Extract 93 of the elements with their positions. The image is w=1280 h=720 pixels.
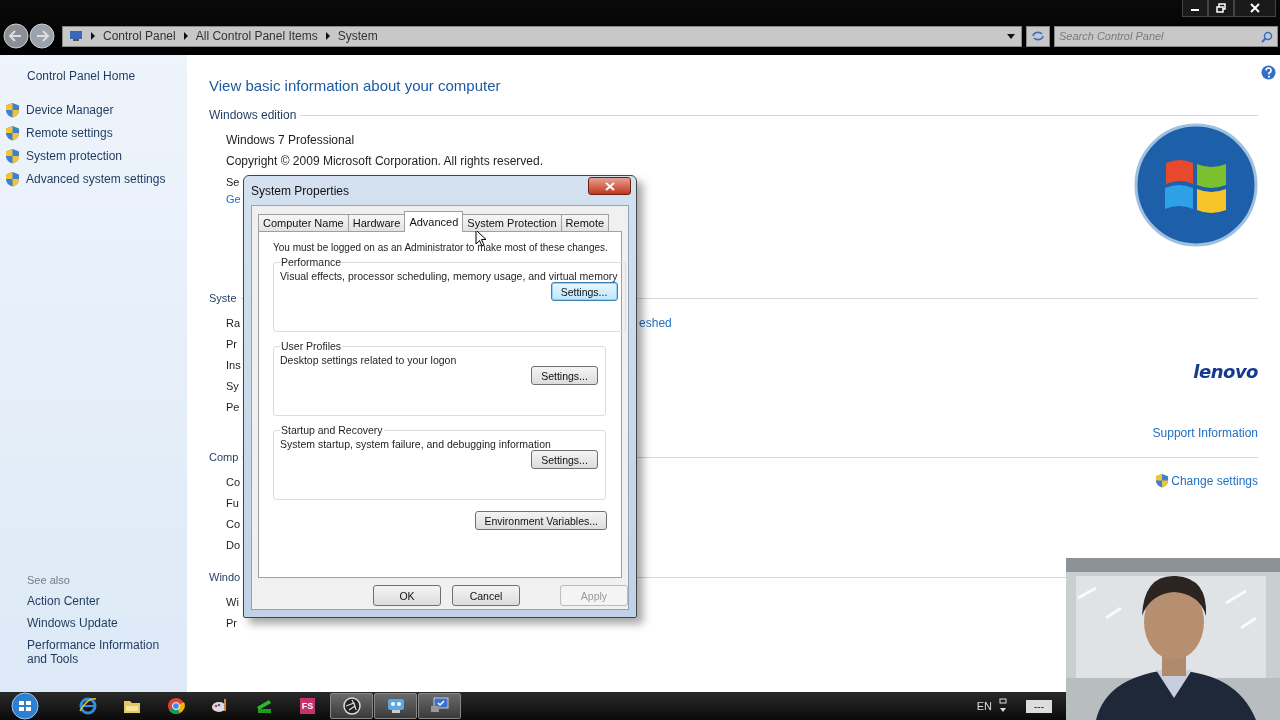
- section-heading: Windows edition: [209, 108, 297, 122]
- close-button[interactable]: [1234, 0, 1276, 17]
- shield-icon: [5, 125, 20, 141]
- search-field[interactable]: Search Control Panel: [1054, 25, 1278, 47]
- dialog-button[interactable]: OK: [373, 585, 441, 606]
- link[interactable]: Support Information: [1152, 426, 1258, 440]
- shield-icon: [5, 171, 20, 187]
- chevron-icon: [90, 32, 96, 40]
- robot-icon: [385, 697, 406, 715]
- sidebar-link[interactable]: Control Panel Home: [27, 69, 187, 83]
- group-description: System startup, system failure, and debugging information: [280, 438, 552, 450]
- group-title: User Profiles: [280, 340, 343, 352]
- taskbar-button[interactable]: FS: [286, 693, 329, 719]
- group-title: Performance: [280, 256, 343, 268]
- sidebar-link[interactable]: Device Manager: [26, 103, 114, 117]
- breadcrumb-item[interactable]: Control Panel: [103, 29, 176, 43]
- tab[interactable]: System Protection: [462, 214, 562, 231]
- help-icon[interactable]: [1261, 65, 1276, 80]
- tab[interactable]: Hardware: [347, 214, 406, 231]
- sidebar-link[interactable]: Performance Information and Tools: [27, 638, 177, 666]
- close-button[interactable]: [588, 177, 631, 195]
- environment-variables-button[interactable]: Environment Variables...: [475, 511, 607, 530]
- brand-logo: lenovo: [1193, 361, 1258, 382]
- info-text: Windows 7 Professional: [226, 132, 355, 147]
- info-text: Wi: [226, 595, 239, 608]
- tab[interactable]: Remote: [560, 214, 610, 231]
- info-text: Ra: [226, 316, 241, 329]
- info-text: Ins: [226, 358, 241, 371]
- info-text: Pe: [226, 400, 240, 413]
- computer-icon: [69, 30, 83, 42]
- battery-indicator[interactable]: ---: [1026, 699, 1052, 713]
- shield-icon: [5, 102, 20, 118]
- sidebar-link[interactable]: Windows Update: [27, 616, 177, 630]
- group-title: Startup and Recovery: [280, 424, 384, 436]
- shield-icon: [1155, 473, 1170, 488]
- info-text: Do: [226, 538, 241, 551]
- restore-button[interactable]: [1208, 0, 1234, 17]
- refresh-button[interactable]: [1026, 25, 1050, 47]
- breadcrumb-item[interactable]: System: [337, 29, 378, 43]
- aperture-icon: [342, 697, 361, 715]
- taskbar-button[interactable]: [330, 693, 373, 719]
- back-forward-buttons[interactable]: [2, 21, 58, 51]
- tray-expand-icon[interactable]: [998, 698, 1008, 714]
- group-description: Visual effects, processor scheduling, memory usage, and virtual memory: [280, 270, 618, 282]
- section-heading: Windo: [209, 571, 241, 583]
- settings-button[interactable]: Settings...: [550, 282, 618, 301]
- info-text: Co: [226, 517, 241, 530]
- taskbar-button[interactable]: [374, 693, 417, 719]
- sidebar-link[interactable]: System protection: [26, 149, 123, 163]
- section-heading: Comp: [209, 451, 239, 463]
- start-button[interactable]: [8, 691, 42, 720]
- palette-icon: [210, 697, 229, 715]
- info-text: Copyright © 2009 Microsoft Corporation. All rights reserved.: [226, 153, 543, 168]
- settings-button[interactable]: Settings...: [531, 450, 598, 469]
- minimize-button[interactable]: [1182, 0, 1208, 17]
- info-text: Co: [226, 475, 241, 488]
- close-icon: [1250, 3, 1260, 13]
- dropdown-caret-icon[interactable]: [1007, 33, 1015, 39]
- notice-text: You must be logged on as an Administrator to make most of these changes.: [273, 242, 608, 253]
- sidebar-link[interactable]: Remote settings: [26, 126, 113, 140]
- shield-icon: [5, 148, 20, 164]
- sidebar-link[interactable]: Advanced system settings: [26, 172, 166, 186]
- tab[interactable]: Computer Name: [258, 214, 349, 231]
- link[interactable]: Ge: [226, 193, 241, 205]
- info-text: Fu: [226, 496, 239, 509]
- page-title: View basic information about your computer: [209, 77, 502, 94]
- info-text: Se: [226, 175, 240, 188]
- dialog-button[interactable]: Cancel: [452, 585, 520, 606]
- restore-icon: [1216, 3, 1226, 13]
- chevron-icon: [324, 32, 331, 40]
- link[interactable]: Change settings: [1171, 473, 1258, 488]
- search-icon: [1261, 30, 1273, 43]
- tab[interactable]: Advanced: [404, 211, 464, 232]
- language-indicator[interactable]: EN: [976, 700, 992, 712]
- close-icon: [604, 181, 615, 191]
- info-text: Pr: [226, 616, 237, 629]
- group-description: Desktop settings related to your logon: [280, 354, 458, 366]
- folder-icon: [122, 698, 141, 714]
- address-bar[interactable]: Control Panel All Control Panel Items System: [62, 25, 1022, 47]
- sidebar-link[interactable]: Action Center: [27, 594, 177, 608]
- info-text: Sy: [226, 379, 239, 392]
- link[interactable]: eshed: [639, 315, 672, 330]
- refresh-icon: [1031, 30, 1045, 42]
- section-heading: See also: [27, 574, 71, 586]
- browser-icon: [78, 697, 97, 715]
- section-heading: Syste: [209, 292, 237, 304]
- settings-button[interactable]: Settings...: [531, 366, 598, 385]
- info-text: Pr: [226, 337, 237, 350]
- chevron-icon: [182, 32, 189, 40]
- browser-icon: [166, 697, 185, 715]
- monitor-icon: [429, 697, 450, 715]
- dialog-title: System Properties: [251, 183, 350, 198]
- breadcrumb-item[interactable]: All Control Panel Items: [195, 29, 318, 43]
